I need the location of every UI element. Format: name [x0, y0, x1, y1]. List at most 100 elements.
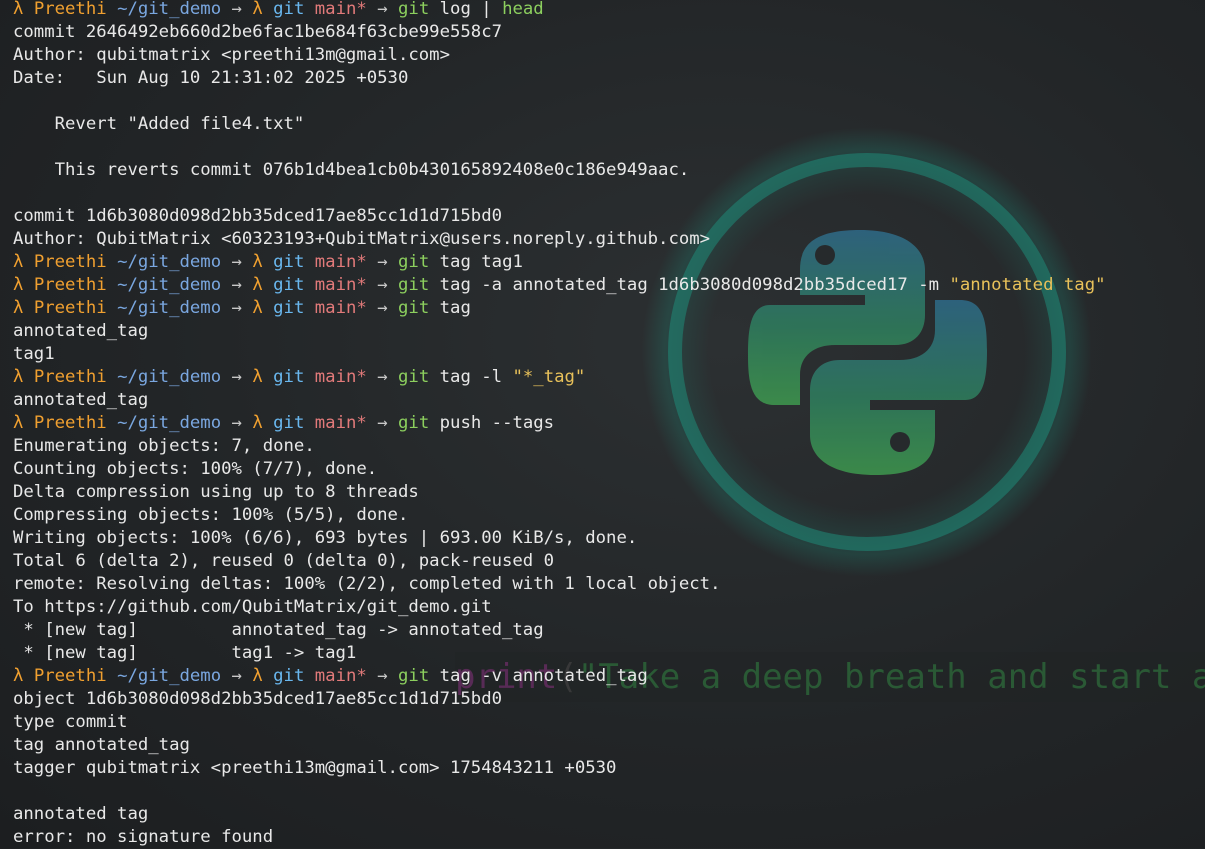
- prompt-symbol: λ: [252, 275, 263, 295]
- output-line: * [new tag] tag1 -> tag1: [13, 643, 357, 663]
- prompt-user: Preethi: [33, 413, 107, 433]
- output-line: object 1d6b3080d098d2bb35dced17ae85cc1d1…: [13, 689, 502, 709]
- prompt-branch: main*: [314, 275, 367, 295]
- output-line: commit 2646492eb660d2be6fac1be684f63cbe9…: [13, 22, 502, 42]
- command-name: git: [398, 0, 430, 19]
- prompt-symbol: λ: [252, 0, 263, 19]
- prompt-arrow-icon: →: [231, 0, 242, 19]
- prompt-branch: main*: [314, 666, 367, 686]
- command-args: push --tags: [439, 413, 555, 433]
- prompt-symbol: λ: [13, 0, 24, 19]
- prompt-git-label: git: [273, 275, 305, 295]
- output-line: This reverts commit 076b1d4bea1cb0b43016…: [13, 160, 690, 180]
- prompt-arrow-icon: →: [231, 367, 242, 387]
- prompt-path: ~/git_demo: [117, 413, 222, 433]
- prompt-line: λ Preethi ~/git_demo → λ git main* → git…: [13, 297, 1106, 320]
- prompt-git-label: git: [273, 666, 305, 686]
- output-line: annotated_tag: [13, 390, 149, 410]
- output-line: type commit: [13, 712, 128, 732]
- prompt-path: ~/git_demo: [117, 275, 222, 295]
- output-line: Writing objects: 100% (6/6), 693 bytes |…: [13, 528, 638, 548]
- output-line: remote: Resolving deltas: 100% (2/2), co…: [13, 574, 721, 594]
- output-line: Author: QubitMatrix <60323193+QubitMatri…: [13, 229, 711, 249]
- prompt-arrow-icon: →: [231, 666, 242, 686]
- prompt-user: Preethi: [33, 666, 107, 686]
- command-string-arg: "*_tag": [512, 367, 586, 387]
- command-name: git: [398, 298, 430, 318]
- command-pipe-target: head: [502, 0, 544, 19]
- prompt-symbol: λ: [13, 275, 24, 295]
- prompt-git-label: git: [273, 367, 305, 387]
- output-line: annotated tag: [13, 804, 149, 824]
- command-args: tag tag1: [439, 252, 523, 272]
- prompt-branch: main*: [314, 413, 367, 433]
- command-args: tag -v annotated_tag: [439, 666, 648, 686]
- prompt-arrow-icon: →: [377, 666, 388, 686]
- prompt-branch: main*: [314, 298, 367, 318]
- prompt-path: ~/git_demo: [117, 298, 222, 318]
- command-name: git: [398, 666, 430, 686]
- command-name: git: [398, 367, 430, 387]
- output-line: Revert "Added file4.txt": [13, 114, 305, 134]
- prompt-arrow-icon: →: [377, 298, 388, 318]
- command-string-arg: "annotated tag": [949, 275, 1106, 295]
- prompt-line: λ Preethi ~/git_demo → λ git main* → git…: [13, 251, 1106, 274]
- prompt-user: Preethi: [33, 0, 107, 19]
- output-line: tagger qubitmatrix <preethi13m@gmail.com…: [13, 758, 617, 778]
- prompt-git-label: git: [273, 0, 305, 19]
- prompt-symbol: λ: [252, 413, 263, 433]
- output-line: annotated_tag: [13, 321, 149, 341]
- output-line: error: no signature found: [13, 827, 274, 847]
- prompt-path: ~/git_demo: [117, 666, 222, 686]
- prompt-arrow-icon: →: [231, 275, 242, 295]
- output-line: Delta compression using up to 8 threads: [13, 482, 419, 502]
- output-line: tag1: [13, 344, 55, 364]
- prompt-user: Preethi: [33, 252, 107, 272]
- prompt-line: λ Preethi ~/git_demo → λ git main* → git…: [13, 0, 1106, 21]
- prompt-arrow-icon: →: [377, 413, 388, 433]
- prompt-symbol: λ: [13, 367, 24, 387]
- command-args: tag -a annotated_tag 1d6b3080d098d2bb35d…: [439, 275, 950, 295]
- prompt-branch: main*: [314, 252, 367, 272]
- command-name: git: [398, 413, 430, 433]
- prompt-branch: main*: [314, 0, 367, 19]
- prompt-symbol: λ: [252, 252, 263, 272]
- command-args: tag: [439, 298, 471, 318]
- prompt-user: Preethi: [33, 275, 107, 295]
- prompt-symbol: λ: [252, 298, 263, 318]
- prompt-arrow-icon: →: [377, 367, 388, 387]
- output-line: Enumerating objects: 7, done.: [13, 436, 315, 456]
- prompt-arrow-icon: →: [231, 413, 242, 433]
- output-line: Author: qubitmatrix <preethi13m@gmail.co…: [13, 45, 450, 65]
- output-line: Total 6 (delta 2), reused 0 (delta 0), p…: [13, 551, 555, 571]
- output-line: * [new tag] annotated_tag -> annotated_t…: [13, 620, 544, 640]
- output-line: To https://github.com/QubitMatrix/git_de…: [13, 597, 492, 617]
- output-line: Counting objects: 100% (7/7), done.: [13, 459, 378, 479]
- prompt-symbol: λ: [13, 298, 24, 318]
- prompt-path: ~/git_demo: [117, 252, 222, 272]
- command-args: tag -l: [439, 367, 513, 387]
- prompt-arrow-icon: →: [231, 252, 242, 272]
- prompt-git-label: git: [273, 413, 305, 433]
- terminal-output[interactable]: λ Preethi ~/git_demo → λ git main* → git…: [13, 0, 1106, 849]
- prompt-line: λ Preethi ~/git_demo → λ git main* → git…: [13, 412, 1106, 435]
- output-line: tag annotated_tag: [13, 735, 190, 755]
- output-line: Compressing objects: 100% (5/5), done.: [13, 505, 409, 525]
- prompt-git-label: git: [273, 298, 305, 318]
- prompt-arrow-icon: →: [377, 0, 388, 19]
- prompt-line: λ Preethi ~/git_demo → λ git main* → git…: [13, 274, 1106, 297]
- prompt-user: Preethi: [33, 298, 107, 318]
- command-args: log |: [439, 0, 503, 19]
- prompt-arrow-icon: →: [377, 275, 388, 295]
- prompt-symbol: λ: [13, 252, 24, 272]
- prompt-arrow-icon: →: [377, 252, 388, 272]
- prompt-line: λ Preethi ~/git_demo → λ git main* → git…: [13, 665, 1106, 688]
- output-line: commit 1d6b3080d098d2bb35dced17ae85cc1d1…: [13, 206, 502, 226]
- output-line: Date: Sun Aug 10 21:31:02 2025 +0530: [13, 68, 409, 88]
- prompt-user: Preethi: [33, 367, 107, 387]
- prompt-path: ~/git_demo: [117, 367, 222, 387]
- prompt-symbol: λ: [252, 666, 263, 686]
- prompt-git-label: git: [273, 252, 305, 272]
